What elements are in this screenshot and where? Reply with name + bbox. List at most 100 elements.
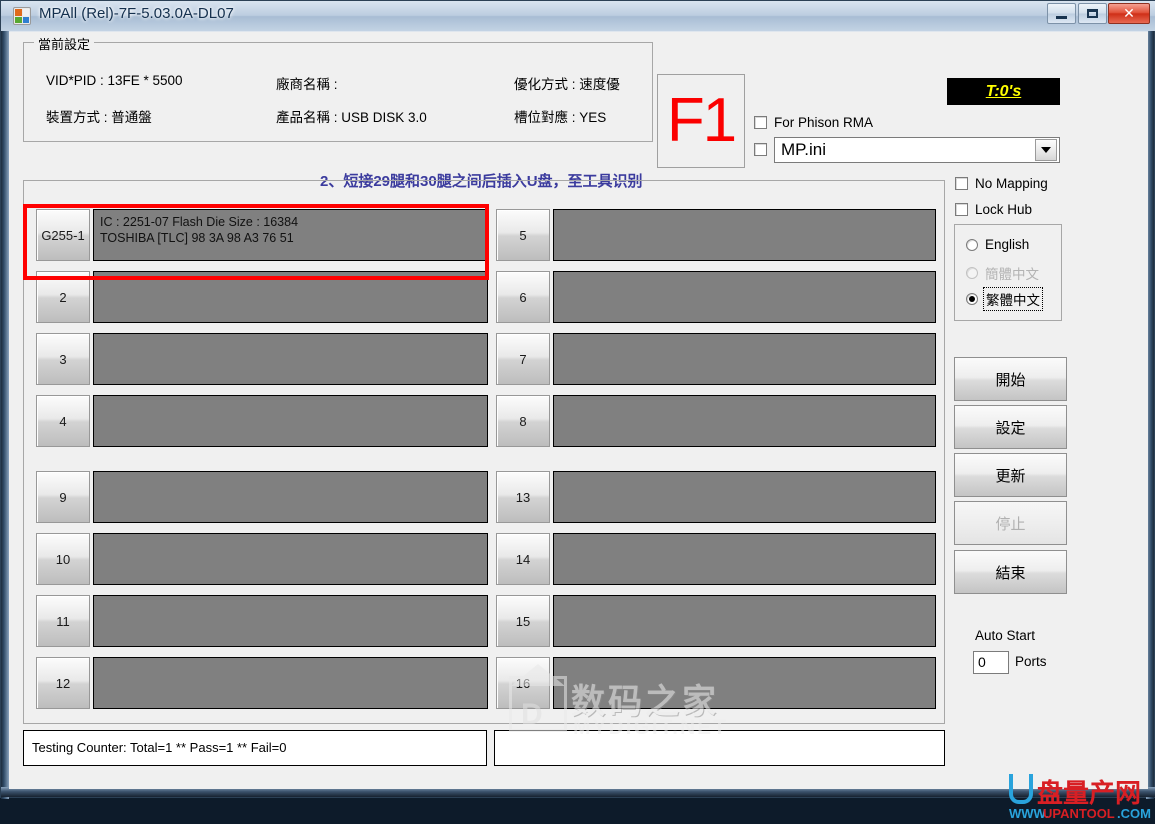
f1-indicator-box: F1 bbox=[657, 74, 745, 168]
ports-panel-group: G255-1 IC : 2251-07 Flash Die Size : 1638… bbox=[23, 180, 945, 724]
port-slot: 3 bbox=[36, 333, 488, 385]
port-slot-button[interactable]: 2 bbox=[36, 271, 90, 323]
vid-pid-value: VID*PID : 13FE * 5500 bbox=[46, 73, 183, 88]
port-slot-info: IC : 2251-07 Flash Die Size : 16384 TOSHI… bbox=[93, 209, 488, 261]
port-slot-button[interactable]: 12 bbox=[36, 657, 90, 709]
title-bar[interactable]: MPAll (Rel)-7F-5.03.0A-DL07 ✕ bbox=[1, 1, 1155, 31]
ini-file-checkbox[interactable] bbox=[754, 143, 767, 156]
chevron-down-icon[interactable] bbox=[1035, 139, 1057, 161]
secondary-status bbox=[494, 730, 945, 766]
maximize-icon bbox=[1087, 9, 1098, 18]
port-slot: 10 bbox=[36, 533, 488, 585]
port-slot: 8 bbox=[496, 395, 936, 447]
port-slot-info bbox=[93, 657, 488, 709]
current-settings-group: 當前設定 VID*PID : 13FE * 5500 裝置方式 : 普通盤 廠商… bbox=[23, 34, 653, 142]
language-group: English 簡體中文 繁體中文 bbox=[954, 224, 1062, 321]
auto-start-ports-input[interactable]: 0 bbox=[973, 651, 1009, 674]
port-slot-info bbox=[553, 657, 936, 709]
exit-button[interactable]: 結束 bbox=[954, 550, 1067, 594]
language-label-english: English bbox=[985, 237, 1030, 252]
port-slot-info bbox=[553, 533, 936, 585]
product-name-value: 產品名稱 : USB DISK 3.0 bbox=[276, 110, 427, 125]
port-slot-button[interactable]: 10 bbox=[36, 533, 90, 585]
port-slot-button[interactable]: 14 bbox=[496, 533, 550, 585]
slot-mapping-value: 槽位對應 : YES bbox=[514, 110, 607, 125]
port-slot: 15 bbox=[496, 595, 936, 647]
stop-button: 停止 bbox=[954, 501, 1067, 545]
caret-shape bbox=[1041, 147, 1051, 153]
port-slot-button[interactable]: 15 bbox=[496, 595, 550, 647]
port-slot: 13 bbox=[496, 471, 936, 523]
port-slot: 7 bbox=[496, 333, 936, 385]
language-option-simplified: 簡體中文 bbox=[966, 263, 1039, 283]
device-mode-value: 裝置方式 : 普通盤 bbox=[46, 110, 152, 125]
close-button[interactable]: ✕ bbox=[1108, 3, 1150, 24]
checkbox-icon[interactable] bbox=[754, 143, 767, 156]
port-slot: 16 bbox=[496, 657, 936, 709]
lock-hub-label: Lock Hub bbox=[975, 202, 1033, 217]
port-slot-info bbox=[553, 209, 936, 261]
language-label-simplified: 簡體中文 bbox=[985, 267, 1039, 282]
port-slot-info bbox=[93, 533, 488, 585]
port-slot-info bbox=[93, 595, 488, 647]
port-slot-info-line: IC : 2251-07 Flash Die Size : 16384 bbox=[100, 215, 299, 229]
upantool-tld-text: .COM bbox=[1117, 806, 1151, 821]
port-slot-info bbox=[93, 395, 488, 447]
port-slot-button[interactable]: 4 bbox=[36, 395, 90, 447]
port-slot-info bbox=[553, 471, 936, 523]
checkbox-icon[interactable] bbox=[754, 116, 767, 129]
port-slot-button[interactable]: 5 bbox=[496, 209, 550, 261]
port-slot-info bbox=[93, 271, 488, 323]
radio-icon[interactable] bbox=[966, 293, 978, 305]
port-slot-button[interactable]: 9 bbox=[36, 471, 90, 523]
for-phison-rma-checkbox[interactable]: For Phison RMA bbox=[754, 115, 873, 130]
client-area: 當前設定 VID*PID : 13FE * 5500 裝置方式 : 普通盤 廠商… bbox=[9, 31, 1151, 821]
vendor-name-value: 廠商名稱 : bbox=[276, 77, 338, 92]
minimize-icon bbox=[1056, 16, 1067, 19]
minimize-button[interactable] bbox=[1047, 3, 1076, 24]
language-label-traditional: 繁體中文 bbox=[983, 287, 1043, 311]
port-slot-button[interactable]: 6 bbox=[496, 271, 550, 323]
no-mapping-checkbox[interactable]: No Mapping bbox=[955, 176, 1048, 191]
port-slot-info bbox=[553, 271, 936, 323]
update-button[interactable]: 更新 bbox=[954, 453, 1067, 497]
lock-hub-checkbox[interactable]: Lock Hub bbox=[955, 202, 1032, 217]
upantool-www-text: WWW. bbox=[1009, 806, 1049, 821]
settings-button[interactable]: 設定 bbox=[954, 405, 1067, 449]
optimize-mode-value: 優化方式 : 速度優 bbox=[514, 77, 620, 92]
port-slot-info bbox=[93, 333, 488, 385]
close-icon: ✕ bbox=[1123, 5, 1135, 21]
port-slot: 4 bbox=[36, 395, 488, 447]
port-slot-button[interactable]: 3 bbox=[36, 333, 90, 385]
application-window: MPAll (Rel)-7F-5.03.0A-DL07 ✕ 當前設定 VID*P… bbox=[0, 0, 1155, 821]
timer-display: T:0's bbox=[947, 78, 1060, 105]
f1-label: F1 bbox=[666, 86, 737, 155]
port-slot-button[interactable]: 16 bbox=[496, 657, 550, 709]
port-slot-button[interactable]: G255-1 bbox=[36, 209, 90, 261]
checkbox-icon[interactable] bbox=[955, 177, 968, 190]
window-title: MPAll (Rel)-7F-5.03.0A-DL07 bbox=[39, 5, 234, 22]
port-slot: 2 bbox=[36, 271, 488, 323]
language-option-traditional[interactable]: 繁體中文 bbox=[966, 287, 1043, 311]
port-slot: 6 bbox=[496, 271, 936, 323]
port-slot-button[interactable]: 13 bbox=[496, 471, 550, 523]
checkbox-icon[interactable] bbox=[955, 203, 968, 216]
ini-file-select[interactable]: MP.ini bbox=[774, 137, 1060, 163]
ini-file-value: MP.ini bbox=[781, 140, 827, 159]
port-slot: 14 bbox=[496, 533, 936, 585]
no-mapping-label: No Mapping bbox=[975, 176, 1048, 191]
app-icon bbox=[13, 7, 31, 25]
port-slot-button[interactable]: 11 bbox=[36, 595, 90, 647]
port-slot-info bbox=[553, 595, 936, 647]
port-slot: G255-1 IC : 2251-07 Flash Die Size : 1638… bbox=[36, 209, 488, 261]
watermark-upantool: 盘量产网 WWW. UPANTOOL .COM bbox=[1009, 774, 1155, 824]
port-slot: 5 bbox=[496, 209, 936, 261]
start-button[interactable]: 開始 bbox=[954, 357, 1067, 401]
maximize-button[interactable] bbox=[1078, 3, 1107, 24]
current-settings-legend: 當前設定 bbox=[34, 34, 95, 53]
radio-icon[interactable] bbox=[966, 238, 978, 251]
auto-start-label: Auto Start bbox=[975, 628, 1036, 643]
language-option-english[interactable]: English bbox=[966, 237, 1029, 252]
port-slot-button[interactable]: 8 bbox=[496, 395, 550, 447]
port-slot-button[interactable]: 7 bbox=[496, 333, 550, 385]
